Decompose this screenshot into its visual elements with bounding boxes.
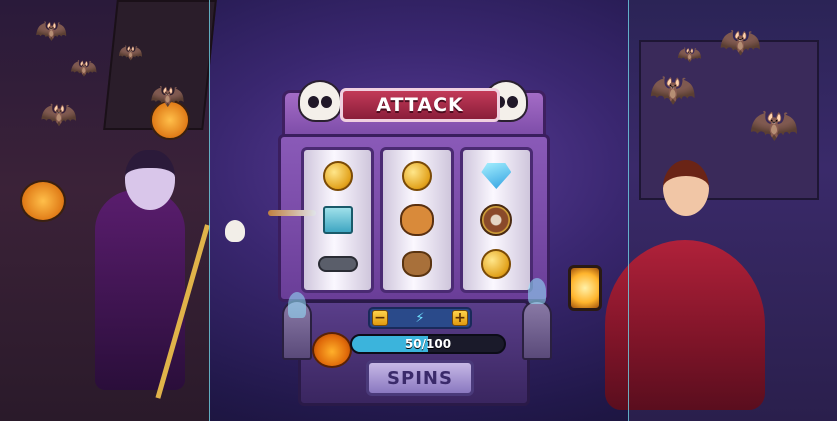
- coin-icon: [474, 246, 518, 282]
- panel-divider: [628, 0, 629, 421]
- bat-icon: 🦇: [677, 42, 702, 66]
- bet-increase-button[interactable]: +: [451, 310, 468, 326]
- bet-decrease-button[interactable]: −: [372, 310, 388, 326]
- reel-window: [278, 134, 550, 302]
- shield-icon: [474, 202, 518, 238]
- lantern-icon: [568, 265, 602, 311]
- attack-banner: ATTACK: [340, 88, 500, 122]
- lady-character-head: [663, 160, 709, 216]
- sword-icon: [268, 210, 316, 216]
- tombstone: [522, 300, 552, 360]
- lightning-bolt-icon: ⚡: [415, 310, 425, 326]
- bat-icon: 🦇: [70, 56, 98, 81]
- pumpkin-icon: [312, 332, 352, 368]
- skull-icon: [298, 80, 342, 122]
- reels: [301, 147, 533, 293]
- ghost-icon: [288, 292, 306, 318]
- spin-button[interactable]: SPINS: [366, 360, 474, 396]
- attack-banner-title: ATTACK: [376, 94, 464, 116]
- cannon-icon: [316, 246, 360, 282]
- vampire-character-head: [125, 150, 175, 210]
- ghost-icon: [528, 278, 546, 304]
- energy-bar-label: 50/100: [404, 337, 452, 351]
- coin-box-icon: [316, 202, 360, 238]
- bet-selector: − ⚡ +: [368, 307, 472, 329]
- staff-skull-icon: [225, 220, 245, 242]
- bat-icon: 🦇: [719, 22, 762, 62]
- diamond-gem-icon: [474, 158, 518, 194]
- vampire-character-body: [95, 190, 185, 390]
- spin-button-label: SPINS: [387, 367, 453, 389]
- bat-icon: 🦇: [118, 40, 143, 64]
- left-artwork-panel: 🦇 🦇 🦇 🦇 🦇: [0, 0, 245, 421]
- cat-hero-icon: [395, 202, 439, 238]
- bat-icon: 🦇: [40, 97, 78, 132]
- bat-icon: 🦇: [749, 102, 799, 148]
- bat-icon: 🦇: [150, 79, 185, 112]
- panel-divider: [209, 0, 210, 421]
- reel-2: [380, 147, 454, 293]
- bat-icon: 🦇: [35, 16, 68, 46]
- energy-bar: 50/100: [350, 334, 506, 354]
- coin-sack-icon: [395, 246, 439, 282]
- jack-o-lantern-decor: [20, 180, 66, 222]
- gold-coin-icon: [395, 158, 439, 194]
- lady-character-dress: [605, 240, 765, 410]
- bat-icon: 🦇: [649, 67, 697, 111]
- reel-1: [301, 147, 375, 293]
- reel-3: [459, 147, 533, 293]
- coin-stack-icon: [316, 158, 360, 194]
- game-scene: 🦇 🦇 🦇 🦇 🦇 🦇 🦇 🦇 🦇 ATTACK − ⚡ + 50/100 SP…: [0, 0, 837, 421]
